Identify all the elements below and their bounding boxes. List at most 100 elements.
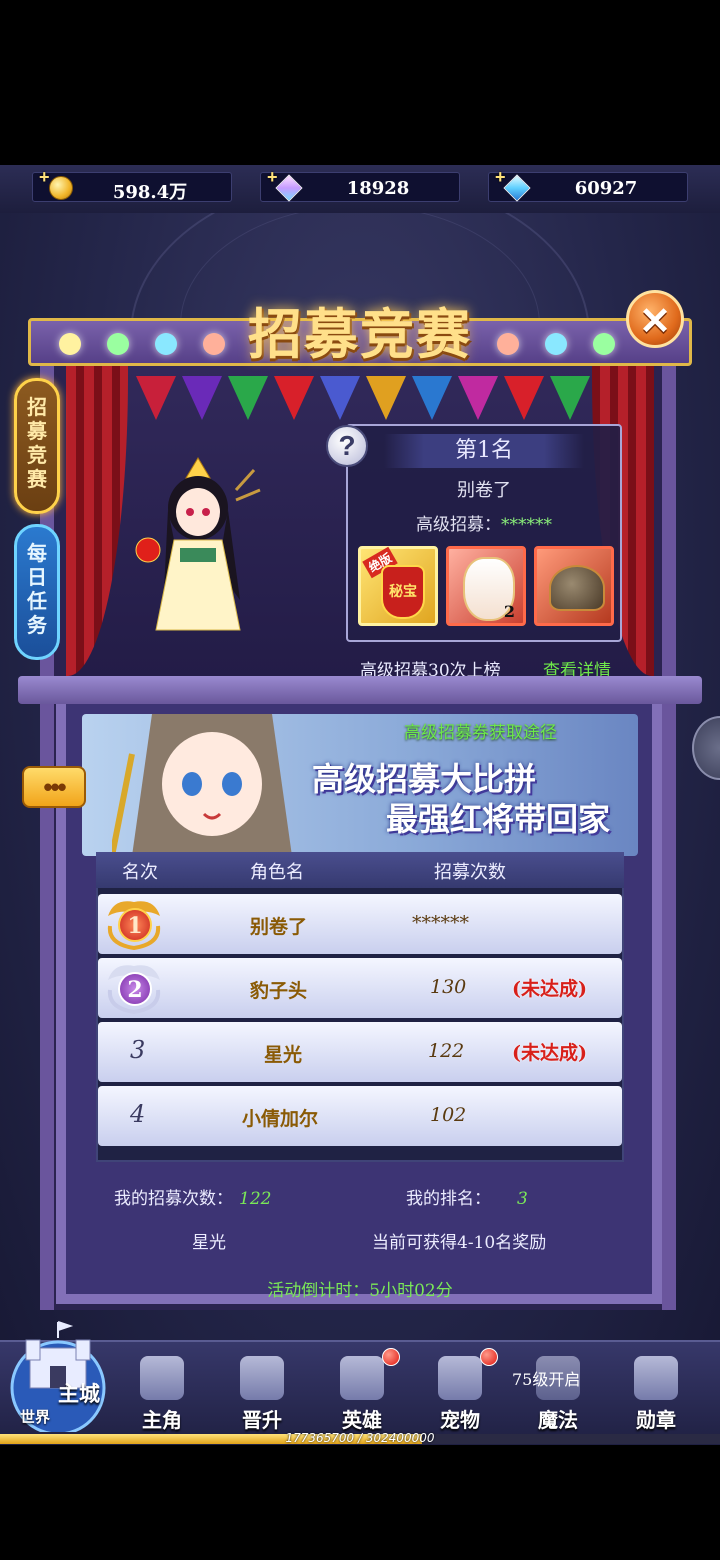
- rank-number: 2: [118, 972, 152, 1006]
- pennant-flag: [550, 376, 590, 420]
- table-row[interactable]: 1 别卷了 ******: [98, 894, 622, 954]
- first-place-stat: 高级招募：******: [346, 510, 622, 535]
- hero-icon: [340, 1356, 384, 1400]
- nav-medal[interactable]: 勋章: [608, 1352, 704, 1434]
- my-rank-value: 3: [517, 1189, 528, 1209]
- gold-medal-icon: 1: [104, 896, 164, 952]
- close-icon: ✕: [639, 301, 671, 343]
- light-bulb: [59, 333, 81, 355]
- nav-label: 魔法: [538, 1408, 578, 1432]
- recruit-count: 130: [430, 976, 467, 998]
- world-label[interactable]: 世界: [20, 1406, 50, 1427]
- left-curtain: [66, 366, 128, 676]
- medal-icon: [634, 1356, 678, 1400]
- light-bulb: [593, 333, 615, 355]
- nav-label: 宠物: [440, 1408, 480, 1432]
- help-button[interactable]: ?: [326, 425, 368, 467]
- nav-magic[interactable]: 魔法: [510, 1352, 606, 1434]
- chat-button[interactable]: •••: [22, 766, 86, 808]
- table-row[interactable]: 3 星光 122 (未达成): [98, 1022, 622, 1082]
- player-name: 小倩加尔: [242, 1108, 319, 1130]
- blue-diamond-counter[interactable]: + 60927: [488, 167, 688, 202]
- question-icon: ?: [338, 430, 356, 461]
- page-title: 招募竞赛: [248, 302, 472, 366]
- blue-diamond-value: 60927: [574, 178, 638, 199]
- reward-hero-card[interactable]: 2: [446, 546, 526, 626]
- close-button[interactable]: ✕: [626, 290, 684, 348]
- table-row[interactable]: 4 小倩加尔 102: [98, 1086, 622, 1146]
- gold-value: 598.4万: [112, 182, 188, 203]
- add-pink-diamond-icon[interactable]: +: [267, 167, 278, 188]
- reward-helmet[interactable]: [534, 546, 614, 626]
- tab-label: 招募竞赛: [27, 395, 47, 491]
- add-blue-diamond-icon[interactable]: +: [495, 167, 506, 188]
- pennant-flag: [136, 376, 176, 420]
- status-not-achieved: (未达成): [512, 978, 587, 1000]
- recruit-count: 102: [430, 1104, 467, 1126]
- pennant-flag: [182, 376, 222, 420]
- chat-bubble-icon: •••: [43, 772, 66, 802]
- add-gold-icon[interactable]: +: [39, 167, 50, 188]
- column-header-rank: 名次: [122, 862, 158, 883]
- pet-icon: [438, 1356, 482, 1400]
- player-name: 别卷了: [250, 916, 308, 938]
- recruit-count: 122: [428, 1040, 465, 1062]
- pennant-flag: [366, 376, 406, 420]
- hero-notification-dot: [382, 1348, 400, 1366]
- gold-counter[interactable]: + 598.4万: [32, 167, 232, 203]
- main-city-label[interactable]: 主城: [58, 1378, 100, 1408]
- current-reward-note: 当前可获得4-10名奖励: [372, 1233, 547, 1253]
- nav-label: 英雄: [342, 1408, 382, 1432]
- first-place-player: 别卷了: [457, 480, 511, 501]
- stage-floor: [18, 676, 702, 704]
- pennant-flag: [228, 376, 268, 420]
- pennant-flag: [504, 376, 544, 420]
- column-header-name: 角色名: [250, 862, 304, 883]
- first-place-title: 第1名: [384, 434, 584, 468]
- my-count-value: 122: [239, 1189, 272, 1209]
- recruit-count: ******: [412, 912, 469, 934]
- light-bulb: [155, 333, 177, 355]
- gold-coin-icon: [49, 176, 73, 200]
- my-count-label: 我的招募次数：: [114, 1189, 233, 1209]
- stat-label: 高级招募：: [416, 515, 501, 535]
- secret-treasure-icon: 秘宝: [381, 565, 425, 619]
- rank-number: 4: [130, 1100, 146, 1128]
- my-player-name: 星光: [192, 1233, 226, 1253]
- pennant-flag: [412, 376, 452, 420]
- magic-unlock-note: 75级开启: [512, 1370, 581, 1389]
- table-header: [96, 852, 624, 888]
- resource-bar: + 598.4万 + 18928 + 60927: [0, 165, 720, 213]
- promotion-icon: [240, 1356, 284, 1400]
- pennant-flag: [320, 376, 360, 420]
- tab-daily-tasks[interactable]: 每日任务: [14, 524, 60, 660]
- banner-character: [112, 714, 292, 856]
- banner-headline-2: 最强红将带回家: [386, 800, 611, 838]
- column-header-count: 招募次数: [434, 862, 506, 883]
- table-row[interactable]: 2 豹子头 130 (未达成): [98, 958, 622, 1018]
- nav-label: 晋升: [242, 1408, 282, 1432]
- rank-number: 3: [130, 1036, 146, 1064]
- light-bulb: [545, 333, 567, 355]
- protagonist-icon: [140, 1356, 184, 1400]
- pink-diamond-counter[interactable]: + 18928: [260, 167, 460, 202]
- experience-text: 177365700 / 302400000: [285, 1431, 435, 1445]
- nav-protagonist[interactable]: 主角: [114, 1352, 210, 1434]
- event-countdown: 活动倒计时：5小时02分: [267, 1281, 453, 1301]
- my-recruit-count: 我的招募次数： 122: [114, 1184, 271, 1209]
- blue-diamond-icon: [503, 174, 531, 202]
- player-name: 星光: [264, 1044, 303, 1066]
- nav-label: 勋章: [636, 1408, 676, 1432]
- silver-medal-icon: 2: [104, 960, 164, 1016]
- nav-promotion[interactable]: 晋升: [214, 1352, 310, 1434]
- tab-recruit-contest[interactable]: 招募竞赛: [14, 378, 60, 514]
- hero-character-portrait: [135, 457, 261, 631]
- reward-secret-treasure[interactable]: 绝版 秘宝: [358, 546, 438, 626]
- nav-label: 主角: [142, 1408, 182, 1432]
- helmet-icon: [549, 565, 605, 611]
- my-rank: 我的排名： 3: [406, 1184, 528, 1209]
- my-rank-label: 我的排名：: [406, 1189, 491, 1209]
- tab-label: 每日任务: [27, 541, 47, 637]
- pennant-flag: [458, 376, 498, 420]
- banner-subtitle[interactable]: 高级招募券获取途径: [404, 718, 557, 743]
